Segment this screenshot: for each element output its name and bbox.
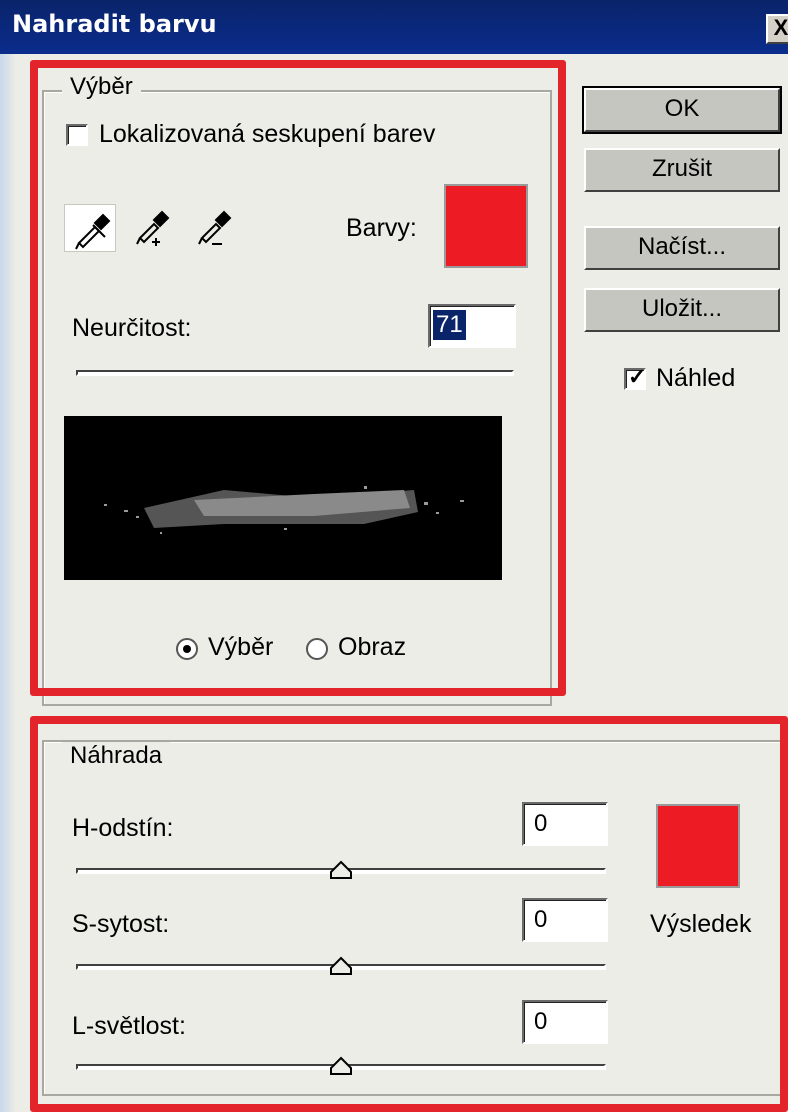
replace-color-dialog: Nahradit barvu X Výběr Lokalizovaná sesk… [0, 0, 788, 1112]
close-button[interactable]: X [766, 14, 788, 44]
replacement-highlight-box [30, 716, 788, 1112]
preview-checkbox[interactable]: ✓ [624, 364, 647, 390]
ok-button[interactable]: OK [582, 86, 782, 134]
background-strip [0, 54, 16, 1112]
cancel-button[interactable]: Zrušit [584, 148, 780, 192]
preview-label: Náhled [656, 364, 736, 392]
title-bar[interactable]: Nahradit barvu X [0, 0, 788, 54]
load-button[interactable]: Načíst... [584, 226, 780, 270]
save-button[interactable]: Uložit... [584, 288, 780, 332]
checkmark-icon: ✓ [628, 364, 647, 389]
dialog-title: Nahradit barvu [12, 10, 217, 38]
selection-highlight-box [30, 60, 566, 696]
